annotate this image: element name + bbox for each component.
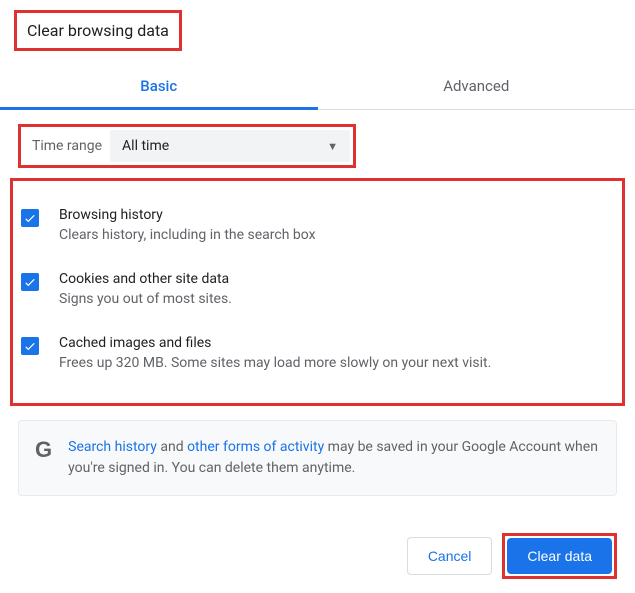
option-text: Browsing history Clears history, includi…	[59, 207, 614, 243]
clear-data-button[interactable]: Clear data	[507, 538, 612, 574]
option-title: Cookies and other site data	[59, 271, 614, 287]
info-mid: and	[157, 439, 187, 455]
checkbox-browsing-history[interactable]	[21, 209, 39, 227]
check-icon	[23, 339, 37, 353]
time-range-row: Time range All time ▼	[18, 124, 356, 168]
options-list: Browsing history Clears history, includi…	[10, 178, 625, 406]
option-desc: Frees up 320 MB. Some sites may load mor…	[59, 355, 614, 371]
option-title: Cached images and files	[59, 335, 614, 351]
tab-advanced[interactable]: Advanced	[318, 63, 635, 109]
chevron-down-icon: ▼	[327, 140, 338, 153]
tabs: Basic Advanced	[0, 63, 635, 110]
tab-basic[interactable]: Basic	[0, 63, 318, 109]
option-desc: Signs you out of most sites.	[59, 291, 614, 307]
google-logo-icon: G	[35, 439, 52, 461]
option-title: Browsing history	[59, 207, 614, 223]
option-cookies: Cookies and other site data Signs you ou…	[21, 257, 614, 321]
link-other-activity[interactable]: other forms of activity	[187, 439, 324, 455]
time-range-select[interactable]: All time ▼	[110, 130, 350, 162]
checkbox-cache[interactable]	[21, 337, 39, 355]
check-icon	[23, 211, 37, 225]
dialog-actions: Cancel Clear data	[407, 533, 617, 579]
time-range-value: All time	[122, 138, 169, 154]
time-range-label: Time range	[24, 132, 110, 160]
link-search-history[interactable]: Search history	[68, 439, 157, 455]
check-icon	[23, 275, 37, 289]
option-text: Cached images and files Frees up 320 MB.…	[59, 335, 614, 371]
option-text: Cookies and other site data Signs you ou…	[59, 271, 614, 307]
option-browsing-history: Browsing history Clears history, includi…	[21, 193, 614, 257]
info-box: G Search history and other forms of acti…	[18, 420, 617, 496]
option-desc: Clears history, including in the search …	[59, 227, 614, 243]
checkbox-cookies[interactable]	[21, 273, 39, 291]
info-text: Search history and other forms of activi…	[68, 437, 600, 479]
clear-data-highlight: Clear data	[502, 533, 617, 579]
dialog-title: Clear browsing data	[14, 10, 182, 51]
option-cache: Cached images and files Frees up 320 MB.…	[21, 321, 614, 385]
cancel-button[interactable]: Cancel	[407, 537, 493, 575]
